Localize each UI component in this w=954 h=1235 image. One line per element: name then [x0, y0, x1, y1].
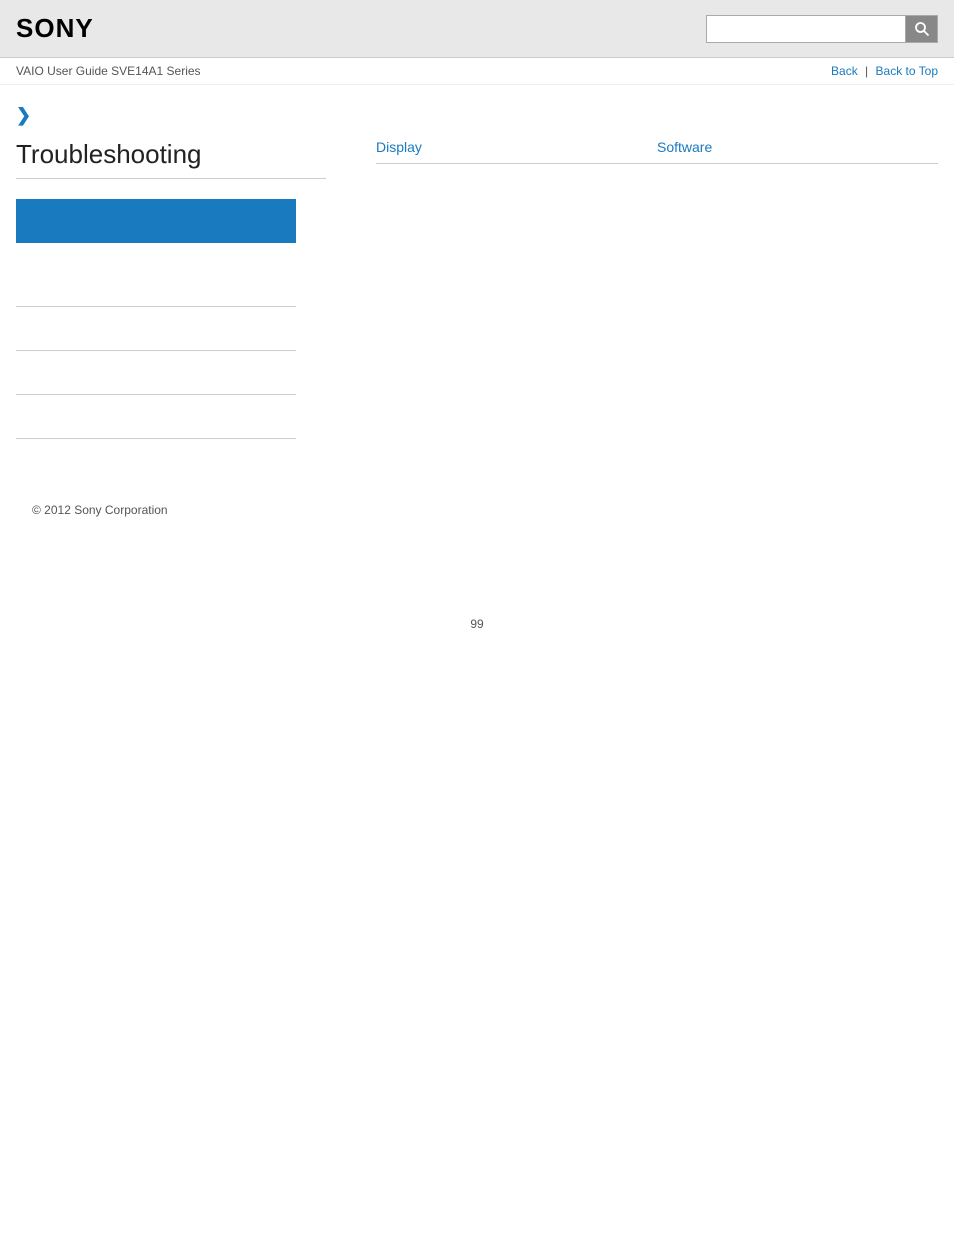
sony-logo: SONY — [16, 13, 94, 44]
back-to-top-link[interactable]: Back to Top — [876, 64, 938, 78]
nav-separator: | — [865, 64, 868, 78]
list-item[interactable] — [16, 267, 296, 307]
chevron-right-icon — [16, 105, 32, 121]
list-item[interactable] — [16, 399, 296, 439]
breadcrumb: VAIO User Guide SVE14A1 Series — [16, 64, 201, 78]
display-link[interactable]: Display — [376, 139, 657, 155]
main-content: Troubleshooting Display Software © 2012 … — [0, 85, 954, 557]
nav-links: Back | Back to Top — [831, 64, 938, 78]
header: SONY — [0, 0, 954, 58]
search-area — [706, 15, 938, 43]
section-title: Troubleshooting — [16, 139, 326, 179]
blue-highlight-block[interactable] — [16, 199, 296, 243]
right-links-row: Display Software — [376, 139, 938, 164]
list-item[interactable] — [16, 355, 296, 395]
back-link[interactable]: Back — [831, 64, 858, 78]
nav-bar: VAIO User Guide SVE14A1 Series Back | Ba… — [0, 58, 954, 85]
chevron-row — [16, 105, 938, 129]
right-panel: Display Software — [326, 139, 938, 443]
page-number: 99 — [0, 617, 954, 651]
search-icon — [914, 21, 930, 37]
content-layout: Troubleshooting Display Software — [16, 139, 938, 443]
left-panel: Troubleshooting — [16, 139, 326, 443]
list-item[interactable] — [16, 311, 296, 351]
search-input[interactable] — [706, 15, 906, 43]
copyright-text: © 2012 Sony Corporation — [32, 503, 168, 517]
search-button[interactable] — [906, 15, 938, 43]
software-link[interactable]: Software — [657, 139, 938, 155]
footer: © 2012 Sony Corporation — [16, 483, 938, 537]
